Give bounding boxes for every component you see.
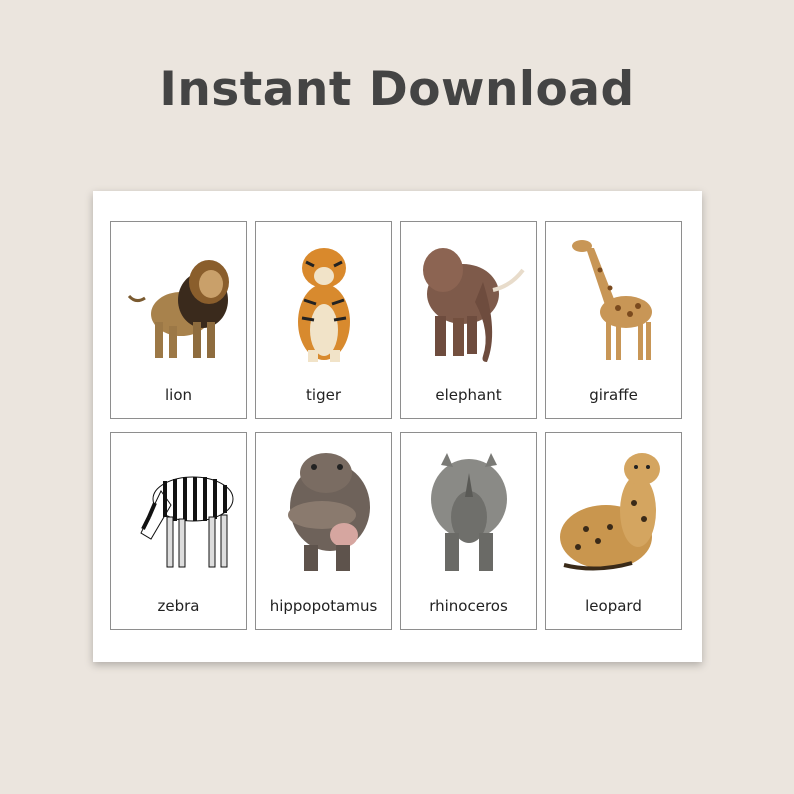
elephant-image (423, 248, 525, 362)
card-label: giraffe (589, 386, 638, 404)
card-giraffe: giraffe (545, 221, 682, 419)
flashcard-sheet: lion tiger elephant giraffe zebra hippop… (93, 191, 702, 662)
card-label: rhinoceros (429, 597, 508, 615)
headline: Instant Download (159, 62, 635, 117)
tiger-image (298, 248, 350, 362)
card-label: hippopotamus (269, 597, 378, 615)
card-zebra: zebra (110, 432, 247, 630)
leopard-image (560, 453, 660, 571)
card-rhinoceros: rhinoceros (400, 432, 537, 630)
card-label: tiger (306, 386, 341, 404)
card-leopard: leopard (545, 432, 682, 630)
zebra-image (140, 476, 234, 568)
lion-image (127, 260, 229, 358)
card-tiger: tiger (255, 221, 392, 419)
card-hippopotamus: hippopotamus (255, 432, 392, 630)
rhinoceros-image (431, 453, 507, 571)
card-elephant: elephant (400, 221, 537, 419)
hippopotamus-image (288, 453, 370, 571)
card-label: leopard (585, 597, 642, 615)
card-label: lion (164, 386, 193, 404)
giraffe-image (572, 240, 652, 360)
card-lion: lion (110, 221, 247, 419)
card-label: zebra (157, 597, 200, 615)
card-label: elephant (435, 386, 502, 404)
